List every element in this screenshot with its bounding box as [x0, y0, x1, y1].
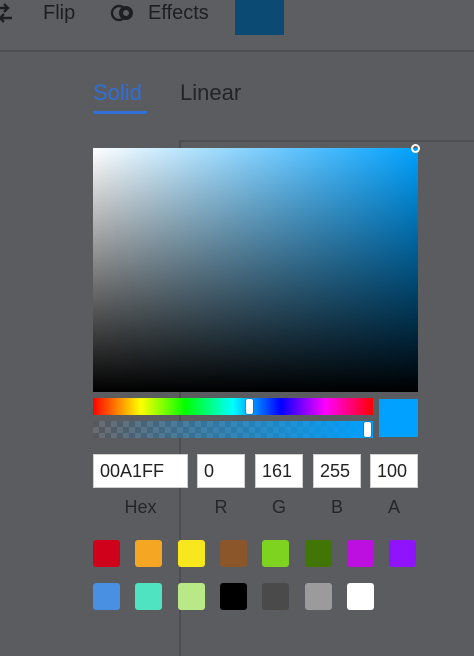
b-label: B [330, 497, 343, 517]
current-color-swatch[interactable] [235, 0, 284, 35]
color-swatch[interactable] [93, 583, 120, 610]
hex-input[interactable]: 00A1FF [93, 454, 188, 488]
color-swatch[interactable] [346, 540, 374, 567]
saturation-handle[interactable] [411, 144, 420, 153]
color-swatch[interactable] [389, 540, 417, 567]
hue-slider-handle[interactable] [246, 399, 253, 414]
color-swatch[interactable] [219, 583, 247, 610]
color-swatch[interactable] [177, 540, 205, 567]
color-swatch[interactable] [135, 540, 163, 567]
tab-solid[interactable]: Solid [93, 80, 142, 106]
b-input[interactable]: 255 [313, 454, 361, 488]
color-preview [379, 399, 418, 437]
color-swatch[interactable] [219, 540, 247, 567]
effects-icon[interactable] [109, 0, 137, 26]
saturation-value-area[interactable] [93, 148, 418, 392]
alpha-slider[interactable] [93, 421, 373, 438]
hue-slider[interactable] [93, 398, 373, 415]
flip-button[interactable]: Flip [43, 0, 75, 26]
alpha-slider-handle[interactable] [364, 422, 371, 437]
r-input[interactable]: 0 [197, 454, 245, 488]
g-label: G [271, 497, 286, 517]
color-swatch[interactable] [304, 583, 332, 610]
a-input[interactable]: 100 [370, 454, 418, 488]
effects-button[interactable]: Effects [148, 0, 209, 26]
top-toolbar: Flip Effects [0, 0, 474, 52]
hex-label: Hex [124, 497, 157, 517]
color-swatch[interactable] [262, 540, 290, 567]
color-swatch[interactable] [135, 583, 163, 610]
active-tab-indicator [93, 111, 147, 114]
r-label: R [214, 497, 228, 517]
color-swatch[interactable] [93, 540, 120, 567]
color-swatch[interactable] [346, 583, 374, 610]
flip-icon[interactable] [0, 0, 14, 26]
tab-linear[interactable]: Linear [180, 80, 241, 106]
color-swatch[interactable] [177, 583, 205, 610]
a-label: A [387, 497, 400, 517]
g-input[interactable]: 161 [255, 454, 303, 488]
color-swatch[interactable] [304, 540, 332, 567]
color-swatch[interactable] [262, 583, 290, 610]
